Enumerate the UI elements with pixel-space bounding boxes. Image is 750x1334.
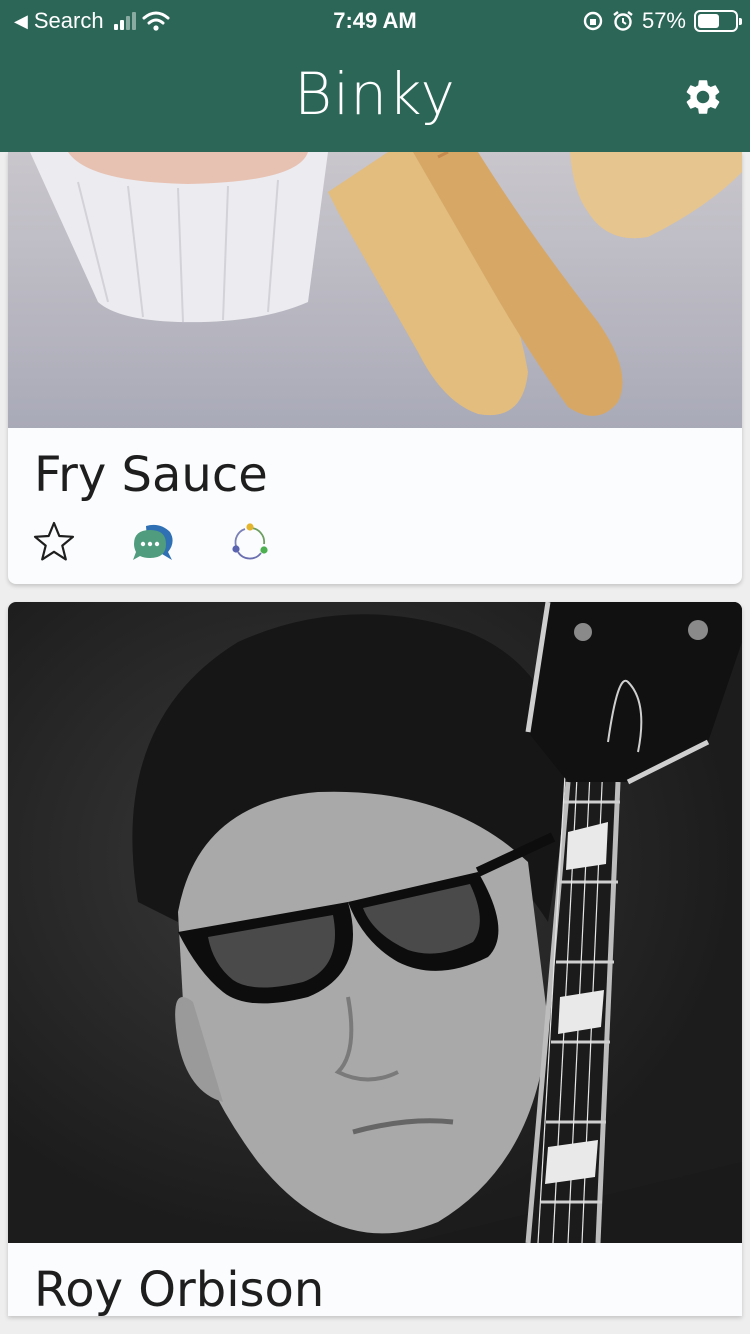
gear-icon[interactable]	[682, 76, 724, 118]
roy-orbison-photo[interactable]	[8, 602, 742, 1244]
fry-sauce-photo[interactable]	[8, 152, 742, 428]
post-card: Fry Sauce	[8, 152, 742, 585]
post-card: Roy Orbison	[8, 602, 742, 1316]
share-dots-icon[interactable]	[228, 520, 272, 564]
chat-bubble-icon[interactable]	[130, 520, 174, 564]
fry-sauce-illustration	[30, 152, 742, 416]
alarm-icon	[613, 11, 633, 31]
status-bar: ◀ Search 7:49 AM 57%	[0, 0, 750, 42]
orientation-lock-icon	[583, 11, 603, 31]
post-title[interactable]: Roy Orbison	[8, 1243, 742, 1316]
star-icon[interactable]	[32, 520, 76, 564]
status-right: 57%	[582, 8, 742, 34]
app-title: Binky	[294, 60, 456, 128]
post-actions	[8, 500, 742, 584]
battery-percent: 57%	[641, 8, 686, 33]
battery-fill	[698, 14, 719, 28]
app-bar: Binky	[0, 42, 750, 152]
roy-orbison-illustration	[132, 602, 742, 1244]
battery-icon	[694, 10, 742, 32]
post-feed: Fry Sauce Roy Orbison	[8, 152, 742, 1316]
post-title[interactable]: Fry Sauce	[8, 428, 742, 501]
